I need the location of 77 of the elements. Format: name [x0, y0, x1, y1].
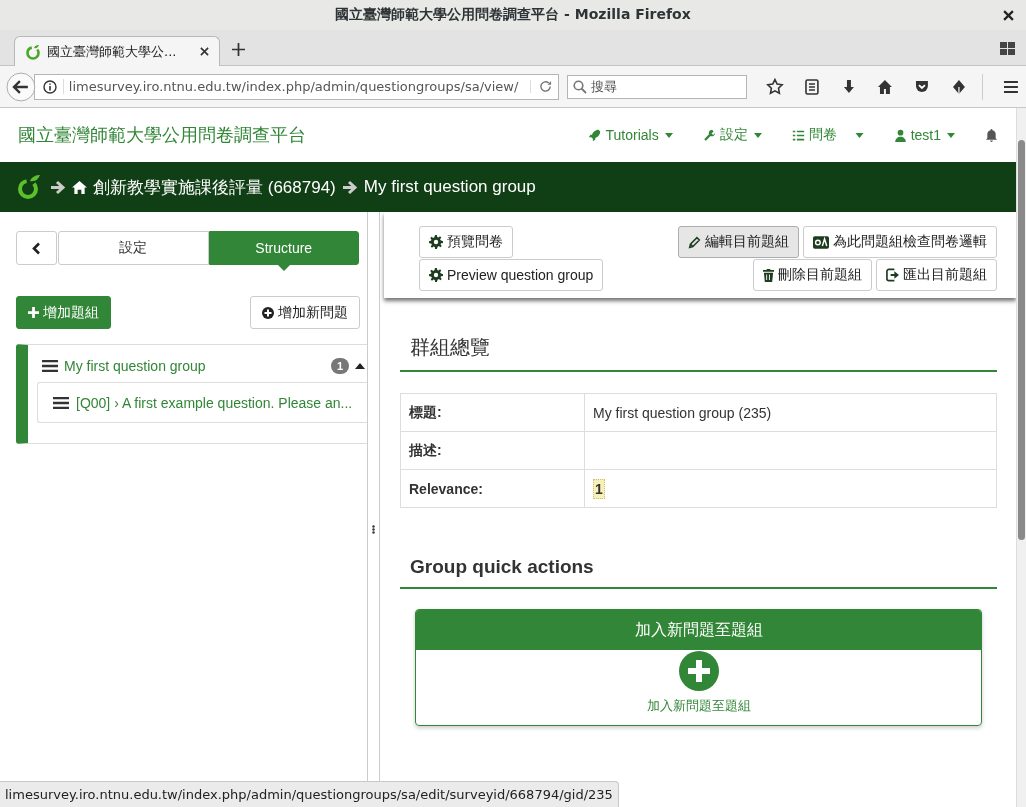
toolbar-button[interactable]: 預覽問卷	[419, 226, 513, 258]
pencil-icon	[688, 235, 701, 249]
leaf-logo-icon	[25, 43, 41, 60]
table-cell-text: My first question group (235)	[592, 403, 773, 423]
address-bar[interactable]: limesurvey.iro.ntnu.edu.tw/index.php/admin/questiongroups/sa/view/	[33, 73, 559, 100]
plus-icon	[28, 307, 39, 318]
drag-handle-icon	[372, 525, 375, 534]
home-icon	[72, 180, 87, 194]
toolbar-button[interactable]: 刪除目前題組	[753, 259, 872, 291]
export-icon	[886, 268, 899, 282]
link-url-tooltip: limesurvey.iro.ntnu.edu.tw/index.php/admin/questiongroups/sa/edit/surveyid/668794/gid/235	[0, 781, 619, 807]
browser-tab[interactable]: 國立臺灣師範大學公...	[14, 36, 220, 66]
user-icon	[893, 128, 907, 142]
grid-icon[interactable]	[1000, 42, 1015, 55]
nav-menu-item[interactable]: 問卷	[791, 126, 837, 144]
nav-menu-item[interactable]: test1	[893, 127, 955, 143]
highlighted-value: 1	[593, 478, 605, 499]
breadcrumb-link[interactable]: 創新教學實施課後評量 (668794)	[72, 175, 336, 199]
caret-icon	[947, 132, 955, 138]
plus-circle-icon	[262, 306, 274, 319]
add-group-button[interactable]: 增加題組	[16, 296, 111, 329]
drag-handle-icon	[53, 396, 69, 409]
caret-icon[interactable]	[854, 132, 864, 138]
qa-icon	[813, 235, 829, 249]
info-icon	[42, 79, 57, 94]
tab-pointer-icon	[276, 264, 291, 271]
collapse-caret-icon[interactable]	[355, 363, 365, 369]
drag-handle-icon[interactable]	[42, 360, 58, 372]
section-heading: Group quick actions	[400, 556, 997, 589]
gear-icon	[429, 235, 443, 249]
window-title: 國立臺灣師範大學公用問卷調查平台 - Mozilla Firefox	[335, 6, 691, 24]
toolbar-button[interactable]: 為此問題組檢查問卷邏輯	[803, 226, 997, 258]
new-tab-icon[interactable]	[232, 43, 245, 56]
toolbar-button[interactable]: 編輯目前題組	[678, 226, 799, 258]
url-text: limesurvey.iro.ntnu.edu.tw/index.php/admin/questiongroups/sa/view/	[62, 79, 524, 94]
question-link: [Q00] › A first example question. Please an...	[76, 394, 353, 411]
sidebar-tab[interactable]: 設定	[58, 231, 209, 265]
card-header: 加入新問題至題組	[416, 610, 981, 650]
scrollbar[interactable]	[1016, 108, 1026, 807]
table-cell: 標題:	[401, 394, 585, 431]
chevron-left-icon	[32, 241, 41, 255]
add-question-link[interactable]: 加入新問題至題組	[646, 697, 751, 715]
reload-icon[interactable]	[529, 80, 552, 93]
add-question-button[interactable]: 增加新問題	[250, 296, 360, 329]
star-icon[interactable]	[765, 77, 784, 96]
table-cell: 描述:	[401, 432, 585, 469]
search-field[interactable]: 搜尋	[566, 74, 747, 99]
count-badge: 1	[330, 358, 349, 374]
nav-menu-item[interactable]: Tutorials	[588, 127, 673, 143]
arrow-icon	[50, 179, 66, 195]
toolbar-button[interactable]: Preview question group	[419, 259, 604, 291]
table-cell: Relevance:	[401, 470, 585, 507]
back-icon[interactable]	[6, 71, 36, 102]
site-title[interactable]: 國立臺灣師範大學公用問卷調查平台	[18, 123, 306, 147]
close-icon[interactable]	[200, 47, 209, 56]
breadcrumb-current[interactable]: My first question group	[363, 177, 536, 197]
collapse-button[interactable]	[16, 231, 57, 265]
list-icon	[791, 128, 805, 142]
trash-icon	[763, 268, 774, 282]
scrollbar-thumb[interactable]	[1018, 140, 1025, 540]
arrow-icon	[341, 179, 358, 195]
nav-menu-item[interactable]: 設定	[702, 126, 762, 144]
rocket-icon	[588, 128, 602, 142]
caret-icon	[664, 132, 673, 138]
section-heading: 群組總覽	[400, 334, 997, 372]
toolbar-button[interactable]: 匯出目前題組	[876, 259, 997, 291]
wrench-icon	[702, 128, 716, 142]
leaf-logo-icon	[16, 174, 42, 200]
bell-icon[interactable]	[985, 128, 998, 142]
close-icon[interactable]	[1003, 10, 1014, 21]
question-item[interactable]: [Q00] › A first example question. Please an...	[37, 382, 367, 423]
group-link[interactable]: My first question group	[64, 358, 206, 374]
caret-icon	[753, 132, 762, 138]
tab-title: 國立臺灣師範大學公...	[47, 42, 178, 61]
reading-list-icon[interactable]	[802, 77, 821, 96]
add-circle-icon[interactable]	[678, 651, 719, 691]
gear-icon	[429, 268, 443, 282]
